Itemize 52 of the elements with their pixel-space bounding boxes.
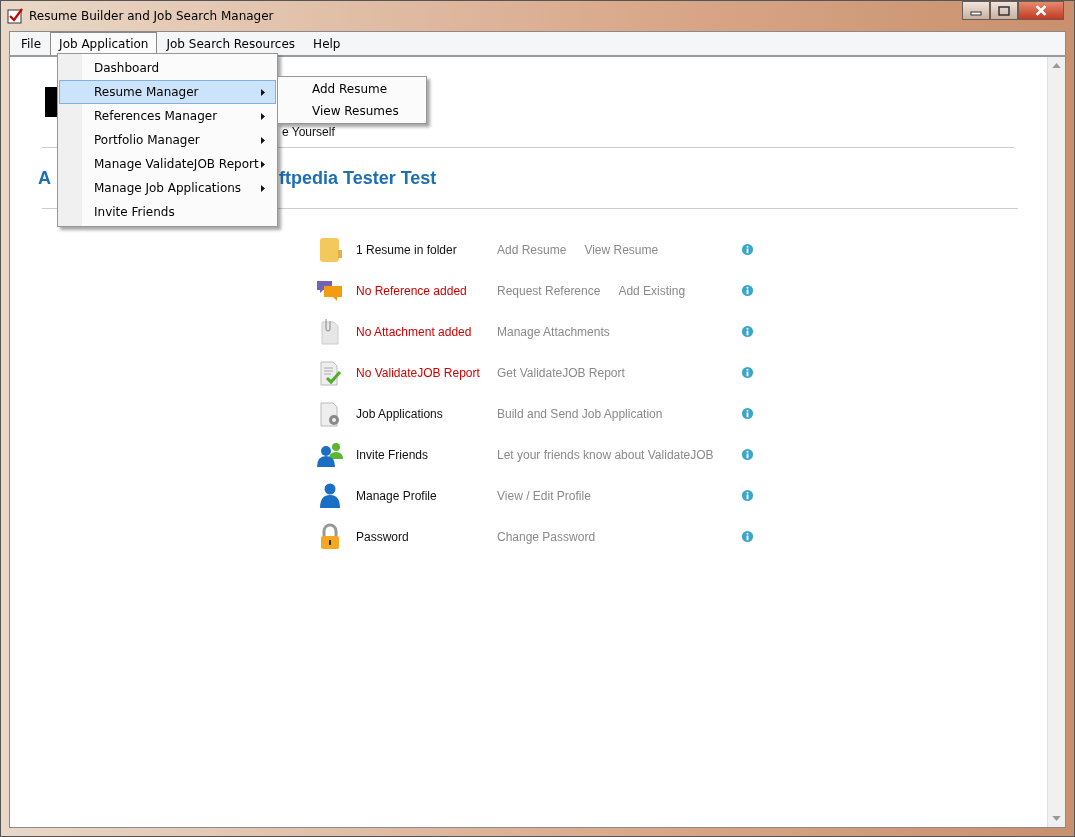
status-label: Manage Profile (356, 488, 438, 503)
menu-item[interactable]: Manage Job Applications (59, 176, 276, 200)
menu-item[interactable]: Help (304, 32, 350, 55)
maximize-button[interactable] (990, 1, 1018, 20)
info-icon[interactable] (741, 530, 754, 543)
menu-item[interactable]: Manage ValidateJOB Report (59, 152, 276, 176)
info-icon[interactable] (741, 448, 754, 461)
menu-item[interactable]: File (12, 32, 51, 55)
action-link[interactable]: View / Edit Profile (497, 488, 591, 503)
info-icon[interactable] (741, 284, 754, 297)
action-link[interactable]: Build and Send Job Application (497, 406, 663, 421)
minimize-button[interactable] (962, 1, 990, 20)
menu-item[interactable]: Job Application (50, 32, 158, 55)
greeting-heading: A (38, 167, 51, 189)
menu-item[interactable]: View Resumes (278, 100, 426, 122)
menu-item[interactable]: Job Search Resources (157, 32, 305, 55)
status-label: No Reference added (356, 283, 468, 298)
info-icon[interactable] (741, 489, 754, 502)
status-label: No ValidateJOB Report (356, 365, 481, 380)
info-icon[interactable] (741, 407, 754, 420)
status-label: Password (356, 529, 410, 544)
action-link[interactable]: Add Resume (497, 242, 567, 257)
close-button[interactable] (1018, 1, 1064, 20)
menu-item[interactable]: Resume Manager (59, 80, 276, 104)
scroll-down-icon[interactable] (1052, 816, 1061, 821)
info-icon[interactable] (741, 325, 754, 338)
action-link[interactable]: Manage Attachments (497, 324, 610, 339)
status-label: No Attachment added (356, 324, 473, 339)
status-label: Invite Friends (356, 447, 430, 462)
info-icon[interactable] (741, 243, 754, 256)
menu-item[interactable]: Portfolio Manager (59, 128, 276, 152)
menu-item[interactable]: References Manager (59, 104, 276, 128)
maximize-icon (998, 5, 1010, 16)
greeting-heading: ftpedia Tester Test (279, 167, 437, 189)
info-icon[interactable] (741, 366, 754, 379)
people-icon (316, 440, 344, 469)
action-link[interactable]: Change Password (497, 529, 596, 544)
menu-item[interactable]: Invite Friends (59, 200, 276, 224)
action-link[interactable]: Let your friends know about ValidateJOB (497, 447, 714, 462)
action-link[interactable]: Get ValidateJOB Report (497, 365, 625, 380)
action-link[interactable]: Add Existing (618, 283, 686, 298)
scroll-up-icon[interactable] (1052, 63, 1061, 68)
window-title: Resume Builder and Job Search Manager (29, 9, 274, 23)
menu-item[interactable]: Dashboard (59, 56, 276, 80)
menu-item[interactable]: Add Resume (278, 78, 426, 100)
status-label: 1 Resume in folder (356, 242, 458, 257)
status-label: Job Applications (356, 406, 444, 421)
tagline: e Yourself (282, 125, 335, 139)
action-link[interactable]: Request Reference (497, 283, 601, 298)
action-link[interactable]: View Resume (584, 242, 659, 257)
close-icon (1034, 5, 1048, 16)
checkbox-icon (7, 8, 23, 24)
